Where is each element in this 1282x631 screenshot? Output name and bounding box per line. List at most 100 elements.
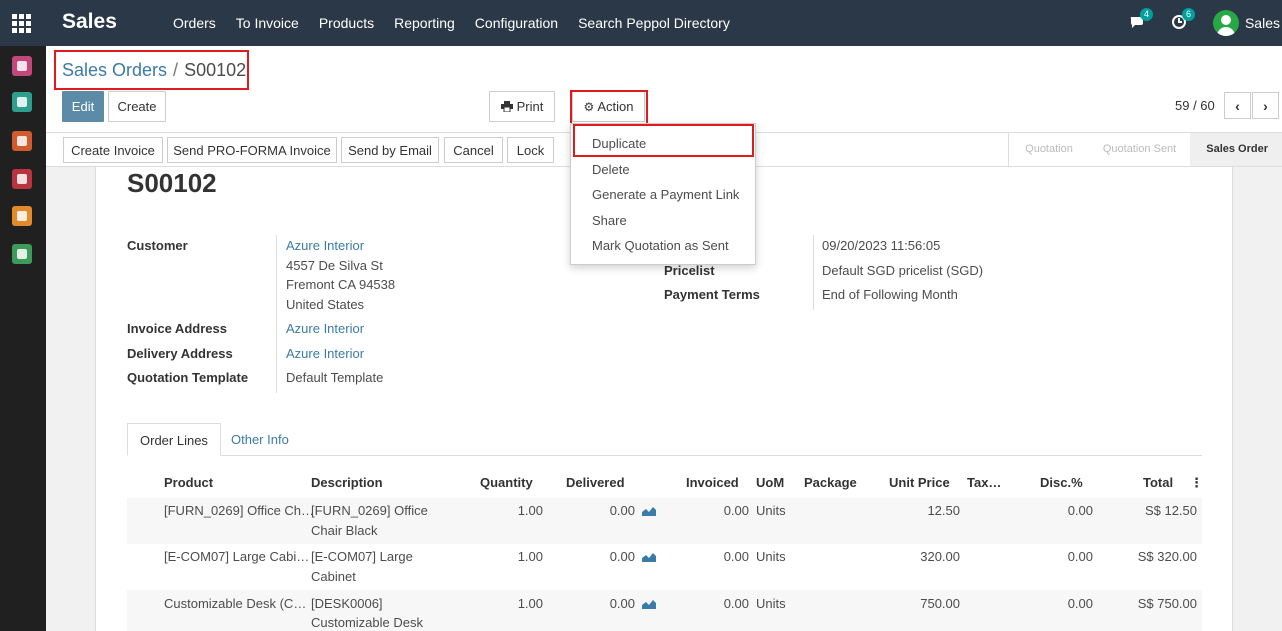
col-unit-price[interactable]: Unit Price xyxy=(889,475,950,490)
customer-name[interactable]: Azure Interior xyxy=(286,238,364,253)
action-delete[interactable]: Delete xyxy=(592,162,630,177)
stage-quotation[interactable]: Quotation xyxy=(1009,133,1087,166)
pager-next[interactable]: › xyxy=(1252,92,1279,119)
cancel-button[interactable]: Cancel xyxy=(444,137,503,163)
row-3-quantity: 1.00 xyxy=(517,596,543,611)
lock-button[interactable]: Lock xyxy=(507,137,554,163)
crm-app-icon[interactable] xyxy=(12,131,32,151)
forecast-chart-icon[interactable] xyxy=(642,506,656,516)
duplicate-highlight xyxy=(573,124,754,157)
payment-terms: End of Following Month xyxy=(822,287,958,302)
menu-products[interactable]: Products xyxy=(309,0,384,46)
right-group-divider xyxy=(813,235,814,310)
quotation-template: Default Template xyxy=(286,370,384,385)
create-button[interactable]: Create xyxy=(108,91,166,122)
row-2-unit-price: 320.00 xyxy=(920,549,960,564)
col-delivered[interactable]: Delivered xyxy=(566,475,625,490)
row-2-invoiced: 0.00 xyxy=(723,549,749,564)
row-1-quantity: 1.00 xyxy=(517,503,543,518)
row-2-description-line-1: [E-COM07] Large xyxy=(311,549,413,564)
user-name[interactable]: Sales xyxy=(1245,15,1280,31)
order-date: 09/20/2023 11:56:05 xyxy=(822,238,941,253)
user-avatar[interactable] xyxy=(1212,10,1239,36)
breadcrumb-highlight xyxy=(54,50,249,90)
order-name: S00102 xyxy=(127,168,217,198)
inventory-app-icon[interactable] xyxy=(12,169,32,189)
row-3-discount: 0.00 xyxy=(1067,596,1093,611)
row-1-delivered: 0.00 xyxy=(609,503,635,518)
notebook-tabs: Order Lines Other Info xyxy=(127,423,1202,456)
col-quantity[interactable]: Quantity xyxy=(480,475,533,490)
send-email-button[interactable]: Send by Email xyxy=(341,137,439,163)
row-3-description-line-1: [DESK0006] xyxy=(311,596,383,611)
documents-app-icon[interactable] xyxy=(12,244,32,264)
forecast-chart-icon[interactable] xyxy=(642,599,656,609)
pricelist-label: Pricelist xyxy=(664,263,715,278)
menu-reporting[interactable]: Reporting xyxy=(384,0,465,46)
row-1-description-line-2: Chair Black xyxy=(311,523,378,538)
action-mark-sent[interactable]: Mark Quotation as Sent xyxy=(592,238,729,253)
tab-other-info[interactable]: Other Info xyxy=(219,423,301,456)
row-2-quantity: 1.00 xyxy=(517,549,543,564)
discuss-app-icon[interactable] xyxy=(12,56,32,76)
col-invoiced[interactable]: Invoiced xyxy=(686,475,739,490)
row-1-total: S$ 12.50 xyxy=(1144,503,1197,518)
payment-terms-label: Payment Terms xyxy=(664,287,760,302)
pager-previous[interactable]: ‹ xyxy=(1224,92,1251,119)
col-product[interactable]: Product xyxy=(164,475,213,490)
navbar-systray: 4 6 Sales xyxy=(1129,0,1282,46)
col-taxes[interactable]: Tax… xyxy=(967,475,1001,490)
customer-label: Customer xyxy=(127,238,188,253)
row-3-product[interactable]: Customizable Desk (C… xyxy=(164,594,306,614)
apps-menu-icon[interactable] xyxy=(12,14,32,33)
contacts-app-icon[interactable] xyxy=(12,92,32,112)
row-2-discount: 0.00 xyxy=(1067,549,1093,564)
print-label: Print xyxy=(516,99,544,114)
print-button[interactable]: Print xyxy=(489,91,555,122)
column-options-icon[interactable]: ⋮ xyxy=(1190,475,1203,491)
delivery-address[interactable]: Azure Interior xyxy=(286,346,364,361)
apps-sidebar xyxy=(0,46,46,631)
create-invoice-button[interactable]: Create Invoice xyxy=(63,137,163,163)
invoice-address-label: Invoice Address xyxy=(127,321,227,336)
forecast-chart-icon[interactable] xyxy=(642,552,656,562)
menu-search-peppol[interactable]: Search Peppol Directory xyxy=(568,0,740,46)
main-menu: Orders To Invoice Products Reporting Con… xyxy=(163,0,740,46)
invoicing-app-icon[interactable] xyxy=(12,206,32,226)
menu-to-invoice[interactable]: To Invoice xyxy=(226,0,309,46)
left-group-divider xyxy=(276,235,277,393)
app-brand[interactable]: Sales xyxy=(62,10,117,34)
col-discount[interactable]: Disc.% xyxy=(1040,475,1083,490)
stage-quotation-sent[interactable]: Quotation Sent xyxy=(1087,133,1190,166)
row-3-delivered: 0.00 xyxy=(609,596,635,611)
action-payment-link[interactable]: Generate a Payment Link xyxy=(592,187,739,202)
tab-order-lines[interactable]: Order Lines xyxy=(127,423,221,456)
row-1-unit-price: 12.50 xyxy=(927,503,960,518)
col-uom[interactable]: UoM xyxy=(756,475,784,490)
row-2-product[interactable]: [E-COM07] Large Cabi… xyxy=(164,547,309,567)
invoice-address[interactable]: Azure Interior xyxy=(286,321,364,336)
menu-orders[interactable]: Orders xyxy=(163,0,226,46)
menu-configuration[interactable]: Configuration xyxy=(465,0,568,46)
customer-city: Fremont CA 94538 xyxy=(286,277,396,292)
activities-icon[interactable]: 6 xyxy=(1171,8,1195,32)
row-2-delivered: 0.00 xyxy=(609,549,635,564)
col-package[interactable]: Package xyxy=(804,475,857,490)
send-proforma-button[interactable]: Send PRO-FORMA Invoice xyxy=(167,137,337,163)
messages-badge: 4 xyxy=(1139,8,1153,21)
row-1-product[interactable]: [FURN_0269] Office Ch… xyxy=(164,501,314,521)
row-3-total: S$ 750.00 xyxy=(1137,596,1197,611)
action-share[interactable]: Share xyxy=(592,213,627,228)
quotation-template-label: Quotation Template xyxy=(127,370,249,385)
row-3-uom: Units xyxy=(756,596,786,611)
stage-sales-order[interactable]: Sales Order xyxy=(1190,133,1282,166)
delivery-address-label: Delivery Address xyxy=(127,346,233,361)
chevron-left-icon: ‹ xyxy=(1235,97,1240,114)
messages-icon[interactable]: 4 xyxy=(1129,8,1153,32)
pricelist: Default SGD pricelist (SGD) xyxy=(822,263,984,278)
row-3-description-line-2: Customizable Desk xyxy=(311,615,423,630)
col-total[interactable]: Total xyxy=(1143,475,1173,490)
col-description[interactable]: Description xyxy=(311,475,383,490)
row-2-total: S$ 320.00 xyxy=(1137,549,1197,564)
edit-button[interactable]: Edit xyxy=(62,91,104,122)
